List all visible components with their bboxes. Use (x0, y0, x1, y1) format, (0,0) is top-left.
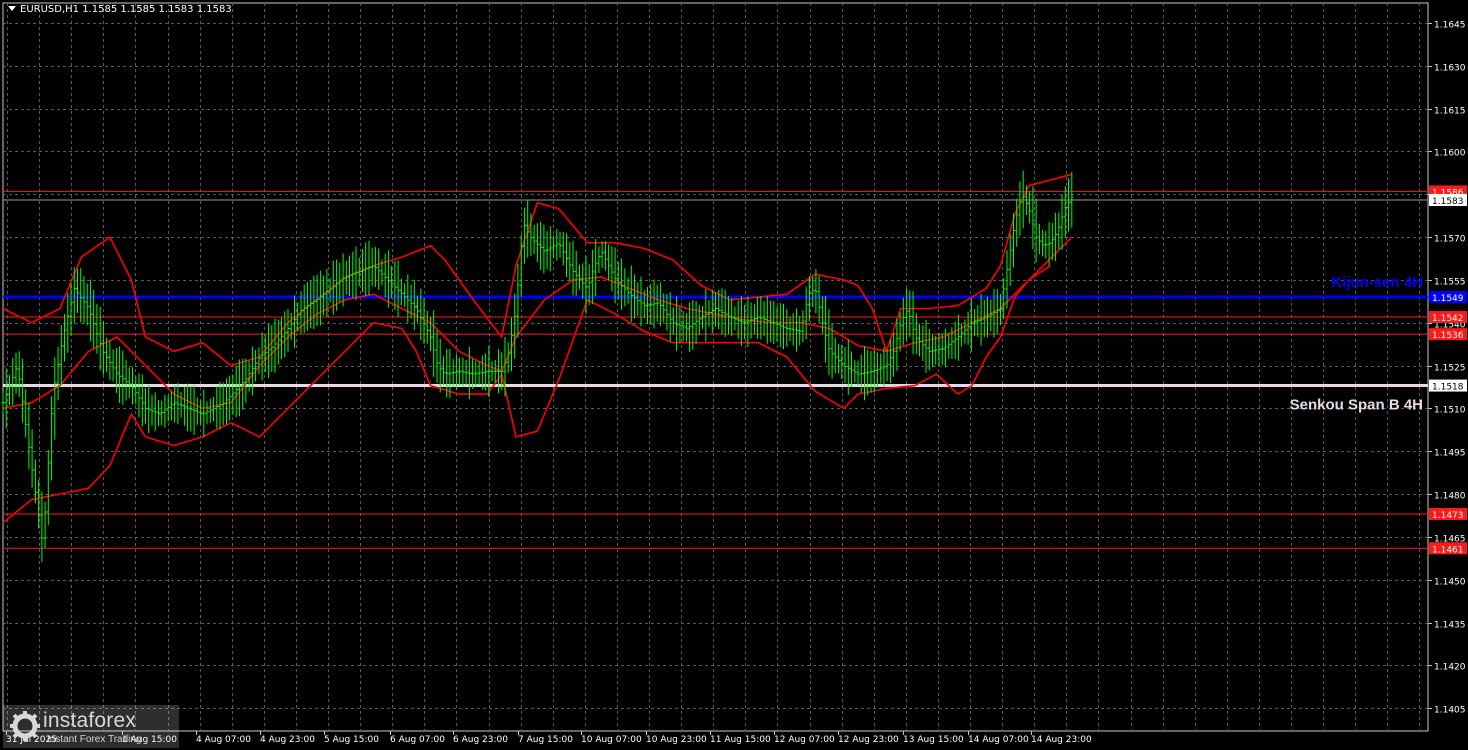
y-tick-label: 1.1495 (1434, 449, 1466, 459)
y-tick-label: 1.1645 (1434, 21, 1466, 31)
price-tag-label: 1.1542 (1432, 314, 1464, 324)
y-tick-label: 1.1570 (1434, 235, 1466, 245)
y-tick-label: 1.1525 (1434, 364, 1466, 374)
x-tick-label: 6 Aug 23:00 (453, 735, 508, 745)
y-tick-label: 1.1615 (1434, 107, 1466, 117)
price-tag-label: 1.1473 (1432, 511, 1464, 521)
x-tick-label: 13 Aug 15:00 (903, 735, 964, 745)
bollinger-lower-line (2, 265, 1051, 524)
price-chart-svg[interactable]: 1.16451.16301.16151.16001.15851.15701.15… (0, 0, 1468, 750)
y-tick-label: 1.1420 (1434, 663, 1466, 673)
gear-icon (10, 711, 40, 741)
x-tick-label: 4 Aug 23:00 (260, 735, 315, 745)
level-annotation: Kijun-sen 4H (1331, 274, 1423, 291)
x-tick-label: 14 Aug 07:00 (968, 735, 1029, 745)
price-tag-label: 1.1461 (1432, 545, 1464, 555)
dropdown-triangle-icon[interactable] (8, 6, 16, 11)
bollinger-upper-line (2, 173, 1073, 367)
watermark-brand: instaforex (43, 709, 137, 732)
x-tick-label: 10 Aug 07:00 (581, 735, 642, 745)
symbol-info: EURUSD,H1 1.1585 1.1585 1.1583 1.1583 (20, 4, 232, 15)
x-tick-label: 4 Aug 07:00 (196, 735, 251, 745)
y-tick-label: 1.1480 (1434, 492, 1466, 502)
x-tick-label: 12 Aug 23:00 (838, 735, 899, 745)
watermark-tagline: Instant Forex Trading (47, 734, 142, 745)
x-tick-label: 6 Aug 07:00 (390, 735, 445, 745)
level-annotation: Senkou Span B 4H (1290, 397, 1423, 414)
y-tick-label: 1.1555 (1434, 278, 1466, 288)
plot-border (2, 2, 1429, 732)
x-tick-label: 10 Aug 23:00 (646, 735, 707, 745)
price-tag-label: 1.1518 (1432, 383, 1464, 393)
x-tick-label: 5 Aug 15:00 (324, 735, 379, 745)
y-tick-label: 1.1630 (1434, 64, 1466, 74)
x-tick-label: 11 Aug 15:00 (710, 735, 771, 745)
current-price-label: 1.1583 (1432, 197, 1464, 207)
price-tag-label: 1.1536 (1432, 331, 1464, 341)
y-tick-label: 1.1450 (1434, 578, 1466, 588)
y-tick-label: 1.1405 (1434, 706, 1466, 716)
x-tick-label: 7 Aug 15:00 (518, 735, 573, 745)
y-tick-label: 1.1435 (1434, 621, 1466, 631)
x-tick-label: 12 Aug 07:00 (774, 735, 835, 745)
symbol-header: EURUSD,H1 1.1585 1.1585 1.1583 1.1583 (8, 4, 232, 15)
price-tag-label: 1.1549 (1432, 294, 1464, 304)
chart-area[interactable]: 1.16451.16301.16151.16001.15851.15701.15… (0, 0, 1468, 750)
x-tick-label: 14 Aug 23:00 (1031, 735, 1092, 745)
bollinger-middle-line (2, 236, 1073, 410)
watermark-logo: instaforex Instant Forex Trading (3, 705, 179, 748)
y-tick-label: 1.1600 (1434, 149, 1466, 159)
y-tick-label: 1.1510 (1434, 406, 1466, 416)
